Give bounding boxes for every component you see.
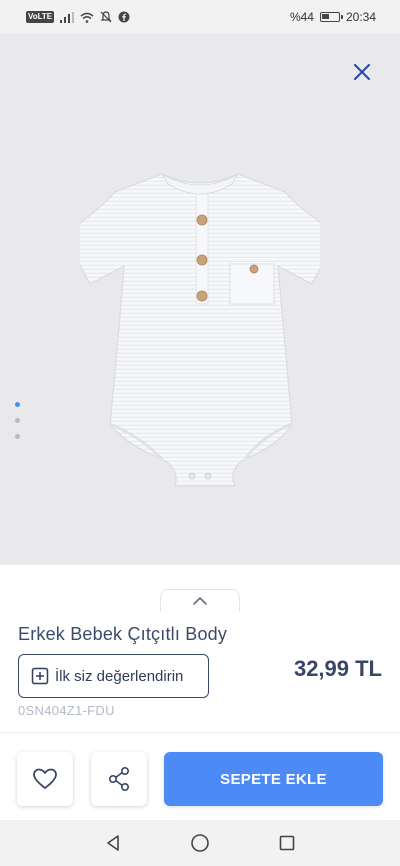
wifi-icon xyxy=(80,12,94,23)
clock: 20:34 xyxy=(345,10,376,24)
product-sku: 0SN404Z1-FDU xyxy=(18,703,115,718)
facebook-icon xyxy=(118,11,130,23)
volte-badge: VoLTE xyxy=(26,11,55,23)
heart-icon xyxy=(33,768,57,789)
gallery-dot[interactable] xyxy=(15,434,20,439)
gallery-pagination[interactable] xyxy=(15,402,20,439)
status-right: %44 20:34 xyxy=(290,10,376,24)
battery-fill xyxy=(321,14,329,19)
chevron-up-icon xyxy=(193,596,207,605)
back-icon[interactable] xyxy=(104,834,122,852)
expand-details-button[interactable] xyxy=(160,589,240,611)
status-bar: VoLTE %44 20:34 xyxy=(0,0,400,34)
add-to-cart-button[interactable]: SEPETE EKLE xyxy=(164,752,383,806)
share-icon xyxy=(108,766,130,791)
divider xyxy=(0,732,400,733)
add-review-icon xyxy=(31,667,49,685)
rate-label: İlk siz değerlendirin xyxy=(55,667,184,685)
product-title: Erkek Bebek Çıtçıtlı Body xyxy=(18,624,228,644)
product-image-gallery[interactable] xyxy=(0,34,400,565)
recents-icon[interactable] xyxy=(278,834,296,852)
product-image xyxy=(80,174,320,487)
battery-percent: %44 xyxy=(289,10,314,24)
signal-icon xyxy=(60,11,75,23)
share-button[interactable] xyxy=(91,752,147,806)
product-price: 32,99 TL xyxy=(293,656,382,681)
gallery-dot[interactable] xyxy=(15,402,20,407)
battery-icon xyxy=(319,12,343,22)
home-icon[interactable] xyxy=(190,833,210,853)
close-icon[interactable] xyxy=(348,58,376,86)
status-left: VoLTE xyxy=(26,11,130,23)
system-nav-bar xyxy=(0,820,400,866)
favorite-button[interactable] xyxy=(17,752,73,806)
mute-bell-icon xyxy=(100,11,112,23)
rate-product-button[interactable]: İlk siz değerlendirin xyxy=(18,654,209,698)
gallery-dot[interactable] xyxy=(15,418,20,423)
